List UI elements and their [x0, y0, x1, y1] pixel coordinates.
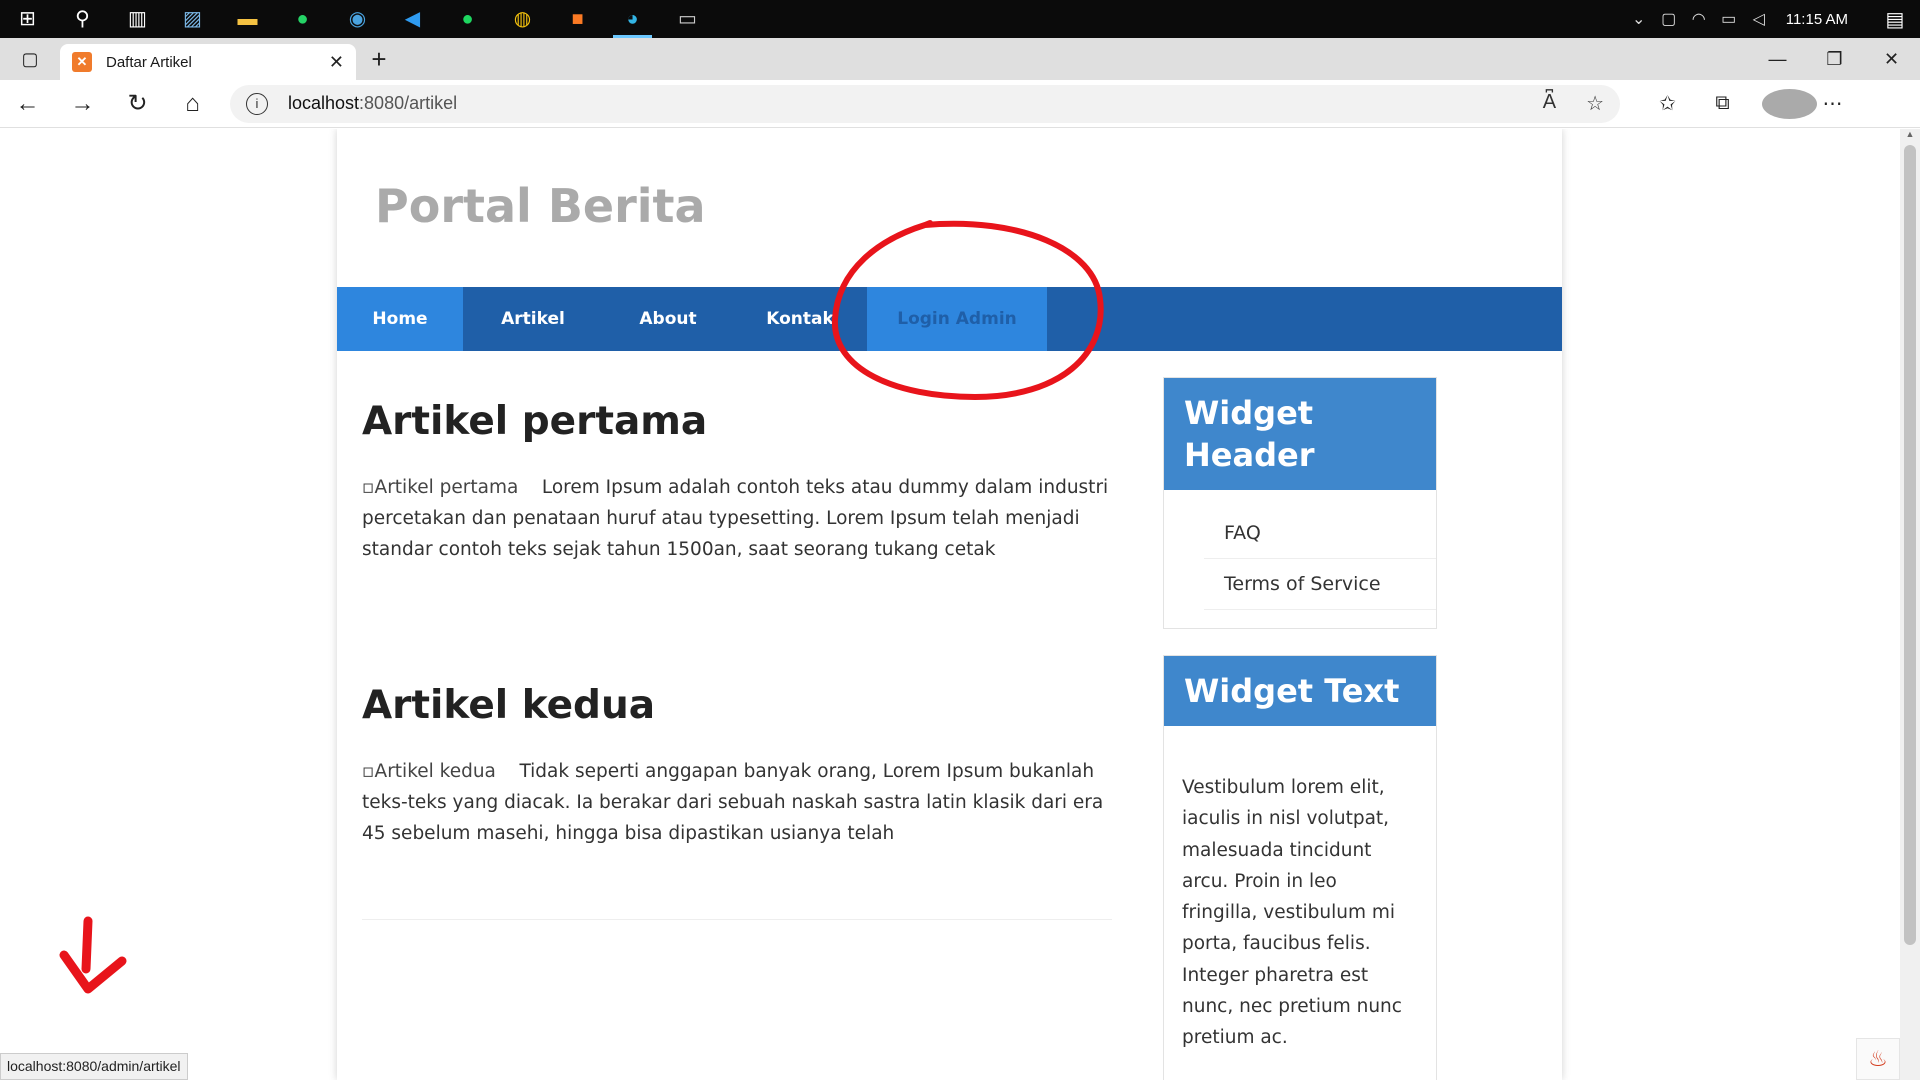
article-excerpt: ▫Artikel kedua Tidak seperti anggapan ba…	[362, 756, 1112, 849]
address-bar[interactable]: i localhost:8080/artikel A͆ ☆	[230, 84, 1620, 123]
xampp-icon[interactable]: ■	[550, 0, 605, 38]
url-path: :8080/artikel	[359, 93, 458, 113]
window-controls: — ❐ ✕	[1749, 38, 1920, 80]
scrollbar-thumb[interactable]	[1904, 145, 1916, 945]
widget-link-faq[interactable]: FAQ	[1204, 508, 1436, 559]
more-menu-icon[interactable]: ⋯	[1805, 91, 1860, 116]
close-window-icon[interactable]: ✕	[1863, 38, 1920, 80]
article-image-alt: Artikel kedua	[374, 761, 496, 782]
profile-slot	[1750, 88, 1817, 119]
widget-header: Widget Header FAQ Terms of Service	[1163, 377, 1437, 629]
tab-title: Daftar Artikel	[106, 53, 192, 71]
forward-icon[interactable]: →	[55, 80, 110, 128]
site-title: Portal Berita	[375, 179, 706, 233]
divider	[362, 919, 1112, 920]
address-toolbar: ← → ↻ ⌂ i localhost:8080/artikel A͆ ☆ ✩ …	[0, 80, 1920, 128]
vertical-scrollbar[interactable]: ▲	[1900, 129, 1920, 1080]
meet-now-icon[interactable]: ▢	[1654, 9, 1684, 29]
file-explorer-icon[interactable]: ▬	[220, 0, 275, 38]
refresh-icon[interactable]: ↻	[110, 80, 165, 128]
volume-icon[interactable]: ◁	[1744, 9, 1774, 29]
main-nav: Home Artikel About Kontak Login Admin	[337, 287, 1562, 351]
edge-dev-icon[interactable]: ◉	[330, 0, 385, 38]
vscode-icon[interactable]: ◀	[385, 0, 440, 38]
sidebar: Widget Header FAQ Terms of Service Widge…	[1163, 377, 1437, 1080]
tab-actions-icon[interactable]: ▢	[0, 38, 60, 80]
article: Artikel pertama ▫Artikel pertama Lorem I…	[362, 399, 1112, 565]
article-excerpt: ▫Artikel pertama Lorem Ipsum adalah cont…	[362, 472, 1112, 565]
add-favorite-icon[interactable]: ☆	[1586, 91, 1604, 116]
system-tray: ⌄ ▢ ◠ ▭ ◁ 11:15 AM ▤	[1624, 0, 1920, 38]
photos-icon[interactable]: ▨	[165, 0, 220, 38]
url-host: localhost	[288, 93, 360, 113]
nav-artikel[interactable]: Artikel	[463, 287, 603, 351]
close-tab-icon[interactable]: ✕	[329, 52, 344, 73]
browser-tab-strip: ▢ ✕ Daftar Artikel ✕ + — ❐ ✕	[0, 38, 1920, 80]
minimize-icon[interactable]: —	[1749, 38, 1806, 80]
widget-text: Widget Text Vestibulum lorem elit, iacul…	[1163, 655, 1437, 1080]
battery-icon[interactable]: ▭	[1714, 9, 1744, 29]
read-aloud-icon[interactable]: A͆	[1543, 91, 1556, 116]
terminal-icon[interactable]: ▭	[660, 0, 715, 38]
nav-about[interactable]: About	[603, 287, 733, 351]
widget-link-terms[interactable]: Terms of Service	[1204, 559, 1436, 610]
collections-icon[interactable]: ⧉	[1695, 92, 1750, 115]
article-title[interactable]: Artikel pertama	[362, 399, 1112, 444]
task-view-icon[interactable]: ▥	[110, 0, 165, 38]
xampp-favicon-icon: ✕	[72, 52, 92, 72]
article-list: Artikel pertama ▫Artikel pertama Lorem I…	[362, 399, 1112, 849]
restore-icon[interactable]: ❐	[1806, 38, 1863, 80]
page-viewport: Portal Berita Home Artikel About Kontak …	[0, 129, 1900, 1080]
nav-kontak[interactable]: Kontak	[733, 287, 867, 351]
chrome-icon[interactable]: ◍	[495, 0, 550, 38]
windows-start-icon[interactable]: ⊞	[0, 0, 55, 38]
arrow-annotation	[59, 916, 127, 994]
widget-text-body: Vestibulum lorem elit, iaculis in nisl v…	[1182, 777, 1402, 1049]
broken-image-icon: ▫	[362, 477, 375, 498]
status-bar-link: localhost:8080/admin/artikel	[0, 1053, 188, 1080]
article-title[interactable]: Artikel kedua	[362, 683, 1112, 728]
browser-tab[interactable]: ✕ Daftar Artikel ✕	[60, 44, 356, 80]
back-icon[interactable]: ←	[0, 80, 55, 128]
broken-image-icon: ▫	[362, 761, 375, 782]
whatsapp-icon[interactable]: ●	[275, 0, 330, 38]
widget-text-title: Widget Text	[1164, 656, 1436, 726]
widget-link-list: FAQ Terms of Service	[1164, 490, 1436, 628]
search-icon[interactable]: ⚲	[55, 0, 110, 38]
scroll-up-icon[interactable]: ▲	[1900, 129, 1920, 143]
widget-header-title: Widget Header	[1164, 378, 1436, 490]
clock-time[interactable]: 11:15 AM	[1774, 11, 1870, 28]
edge-icon[interactable]: ◕	[605, 0, 660, 38]
wifi-icon[interactable]: ◠	[1684, 9, 1714, 29]
article: Artikel kedua ▫Artikel kedua Tidak seper…	[362, 683, 1112, 849]
windows-taskbar: ⊞ ⚲ ▥ ▨ ▬ ● ◉ ◀ ● ◍ ■ ◕ ▭ ⌄ ▢ ◠ ▭ ◁ 11:1…	[0, 0, 1920, 38]
spotify-icon[interactable]: ●	[440, 0, 495, 38]
site-info-icon[interactable]: i	[246, 92, 268, 115]
notification-icon[interactable]: ▤	[1870, 7, 1920, 32]
favorites-icon[interactable]: ✩	[1640, 91, 1695, 116]
codeigniter-debug-icon[interactable]: ♨	[1856, 1038, 1900, 1080]
article-image-alt: Artikel pertama	[374, 477, 519, 498]
new-tab-icon[interactable]: +	[356, 38, 402, 80]
nav-home[interactable]: Home	[337, 287, 463, 351]
chevron-up-icon[interactable]: ⌄	[1624, 9, 1654, 29]
nav-login-admin[interactable]: Login Admin	[867, 287, 1047, 351]
home-icon[interactable]: ⌂	[165, 80, 220, 128]
site-container: Portal Berita Home Artikel About Kontak …	[337, 129, 1562, 1080]
